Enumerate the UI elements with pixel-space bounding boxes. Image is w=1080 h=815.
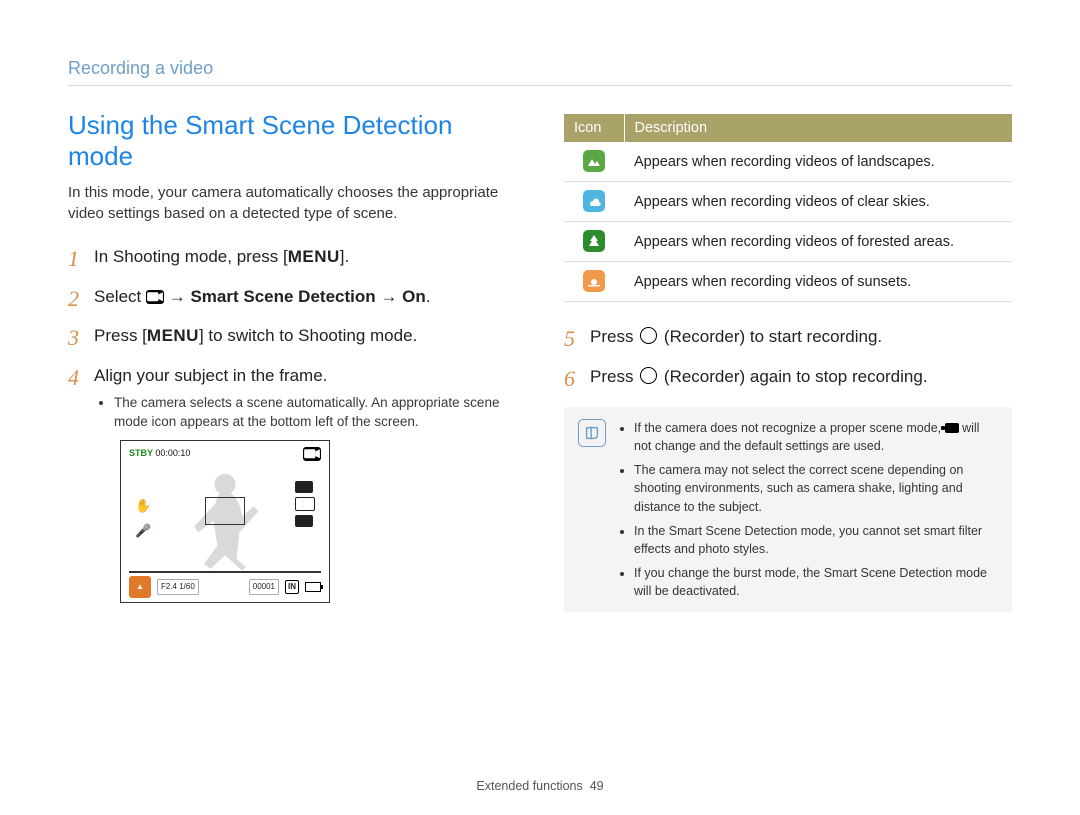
focus-box: [205, 497, 245, 525]
step-4-bullets: The camera selects a scene automatically…: [94, 394, 516, 432]
table-cell-description: Appears when recording videos of clear s…: [624, 182, 1012, 222]
microphone-icon: 🎤: [135, 521, 151, 541]
battery-icon: [305, 582, 321, 592]
hd-indicator-icon: [295, 481, 313, 493]
camera-preview: STBY 00:00:10: [120, 440, 330, 603]
landscape-scene-icon: [583, 150, 605, 172]
footer-page-number: 49: [590, 779, 604, 793]
menu-value-on: On: [402, 287, 426, 306]
step-text: Press: [590, 327, 638, 346]
step-number: 6: [564, 362, 575, 395]
table-row: Appears when recording videos of landsca…: [564, 142, 1012, 182]
image-stabilization-icon: ✋: [135, 496, 151, 516]
step-1: 1 In Shooting mode, press [MENU].: [68, 244, 516, 270]
step-text: Press [: [94, 326, 147, 345]
preview-silhouette-area: ✋ 🎤: [129, 461, 321, 571]
left-column: Using the Smart Scene Detection mode In …: [68, 110, 516, 617]
arrow-icon: →: [380, 287, 397, 306]
metering-indicator-icon: [295, 515, 313, 527]
table-row: Appears when recording videos of sunsets…: [564, 262, 1012, 302]
right-column: Icon Description Appears when recording …: [564, 110, 1012, 617]
menu-label: MENU: [147, 326, 199, 345]
breadcrumb: Recording a video: [68, 58, 1012, 86]
step-text-suffix: (Recorder) again to stop recording.: [659, 367, 927, 386]
menu-label: MENU: [288, 247, 340, 266]
note-box: If the camera does not recognize a prope…: [564, 407, 1012, 612]
note-icon: [578, 419, 606, 447]
section-title: Using the Smart Scene Detection mode: [68, 110, 516, 172]
note-item: If you change the burst mode, the Smart …: [634, 564, 998, 600]
table-cell-description: Appears when recording videos of foreste…: [624, 222, 1012, 262]
step-text-suffix: ] to switch to Shooting mode.: [199, 326, 417, 345]
steps-list-continued: 5 Press (Recorder) to start recording. 6…: [564, 324, 1012, 389]
two-column-layout: Using the Smart Scene Detection mode In …: [68, 110, 1012, 617]
step-text-suffix: (Recorder) to start recording.: [659, 327, 882, 346]
step-5: 5 Press (Recorder) to start recording.: [564, 324, 1012, 350]
step-text: Align your subject in the frame.: [94, 366, 327, 385]
aperture-shutter-info: F2.4 1/60: [157, 579, 199, 595]
video-mode-icon: [945, 423, 959, 433]
fps-indicator-icon: [295, 497, 315, 511]
table-cell-description: Appears when recording videos of landsca…: [624, 142, 1012, 182]
step-text: In Shooting mode, press [: [94, 247, 288, 266]
step-4-bullet: The camera selects a scene automatically…: [114, 394, 516, 432]
step-number: 3: [68, 321, 79, 354]
sunset-scene-icon: [583, 270, 605, 292]
step-text-suffix: ].: [340, 247, 349, 266]
steps-list: 1 In Shooting mode, press [MENU]. 2 Sele…: [68, 244, 516, 603]
arrow-icon: →: [169, 287, 186, 306]
page-root: Recording a video Using the Smart Scene …: [0, 0, 1080, 815]
preview-right-icons: [295, 481, 315, 527]
preview-top-row: STBY 00:00:10: [129, 447, 321, 461]
step-number: 1: [68, 242, 79, 275]
note-item: If the camera does not recognize a prope…: [634, 419, 998, 455]
table-row: Appears when recording videos of foreste…: [564, 222, 1012, 262]
step-6: 6 Press (Recorder) again to stop recordi…: [564, 364, 1012, 390]
note-list: If the camera does not recognize a prope…: [618, 419, 998, 600]
storage-in-badge: IN: [285, 580, 299, 594]
preview-left-icons: ✋ 🎤: [135, 496, 151, 541]
note-text: If the camera does not recognize a prope…: [634, 421, 945, 435]
record-button-icon: [640, 327, 657, 344]
stby-label: STBY: [129, 448, 153, 458]
note-item: The camera may not select the correct sc…: [634, 461, 998, 515]
step-3: 3 Press [MENU] to switch to Shooting mod…: [68, 323, 516, 349]
table-header-icon: Icon: [564, 114, 624, 142]
step-4: 4 Align your subject in the frame. The c…: [68, 363, 516, 603]
forest-scene-icon: [583, 230, 605, 252]
footer-section: Extended functions: [476, 779, 582, 793]
time-label: 00:00:10: [155, 448, 190, 458]
frame-counter: 00001: [249, 579, 279, 595]
table-cell-description: Appears when recording videos of sunsets…: [624, 262, 1012, 302]
step-text: Select: [94, 287, 141, 306]
record-button-icon: [640, 367, 657, 384]
table-row: Appears when recording videos of clear s…: [564, 182, 1012, 222]
page-footer: Extended functions 49: [0, 779, 1080, 793]
menu-path: Smart Scene Detection: [190, 287, 375, 306]
movie-mode-icon: [303, 447, 321, 461]
table-header-description: Description: [624, 114, 1012, 142]
step-number: 4: [68, 361, 79, 394]
video-mode-icon: [146, 290, 164, 304]
intro-text: In this mode, your camera automatically …: [68, 182, 516, 224]
clear-sky-scene-icon: [583, 190, 605, 212]
note-item: In the Smart Scene Detection mode, you c…: [634, 522, 998, 558]
preview-bottom-bar: ▲ F2.4 1/60 00001 IN: [129, 571, 321, 598]
scene-mode-badge: ▲: [129, 576, 151, 598]
step-number: 2: [68, 282, 79, 315]
step-number: 5: [564, 322, 575, 355]
scene-icon-table: Icon Description Appears when recording …: [564, 114, 1012, 302]
step-2: 2 Select → Smart Scene Detection → On.: [68, 284, 516, 310]
step-text: Press: [590, 367, 638, 386]
